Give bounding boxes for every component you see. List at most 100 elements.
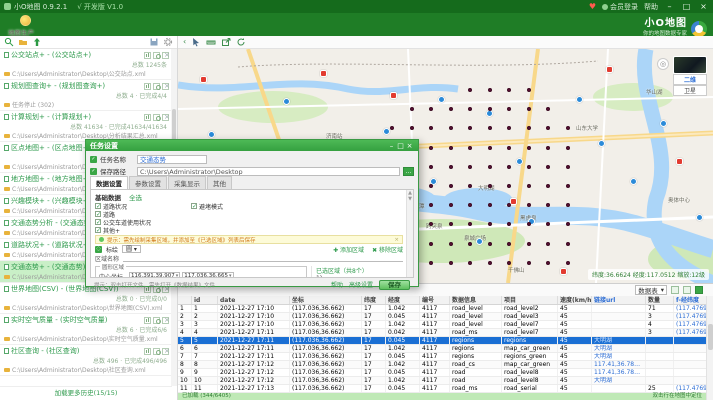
checkbox-icon[interactable]: ✓ [95, 219, 101, 225]
dialog-maximize-button[interactable]: □ [396, 142, 405, 150]
checkbox-icon[interactable]: ✓ [95, 211, 101, 217]
poi-marker-blue[interactable] [516, 158, 523, 165]
table-header-cell[interactable]: 经度 [386, 296, 420, 304]
settings-icon[interactable] [163, 37, 173, 47]
task-path[interactable]: C:\Users\Administrator\Desktop\世界地图(CSV)… [4, 303, 169, 312]
table-header-cell[interactable]: 项目 [502, 296, 558, 304]
table-export-icon[interactable] [695, 286, 703, 294]
task-name-input[interactable]: 交通态势 [137, 155, 207, 164]
task-locate-icon[interactable] [153, 83, 160, 90]
task-item[interactable]: 规划图查询+ - (规划图查询+)总数 4 · 已完成4/4任务停止 (302) [0, 80, 172, 111]
dialog-help-link[interactable]: 帮助 [331, 280, 343, 289]
select-all-link[interactable]: 全选 [129, 194, 142, 202]
poi-marker-red[interactable] [676, 158, 683, 165]
task-close-icon[interactable] [162, 317, 169, 324]
checkbox-icon[interactable]: ✓ [95, 203, 101, 209]
poi-marker-blue[interactable] [660, 120, 667, 127]
table-row[interactable]: 332021-12-27 17:10(117.036,36.662)171.04… [178, 321, 706, 329]
dialog-tab-2[interactable]: 采集显示 [168, 176, 206, 189]
load-more-link[interactable]: 加载更多历史(15/15) [0, 386, 172, 400]
task-item[interactable]: 计算规划+ - (计算规划+)总数 41634 · 已完成41634/41634… [0, 111, 172, 142]
import-icon[interactable] [32, 37, 42, 47]
refresh-icon[interactable] [236, 37, 246, 47]
module-map-production[interactable]: 地图生产 [8, 14, 42, 27]
table-header-cell[interactable]: f-经纬度 [674, 296, 706, 304]
task-path[interactable]: 任务停止 (302) [4, 100, 169, 109]
task-stats-icon[interactable] [144, 114, 151, 121]
dialog-close-button[interactable]: × [405, 142, 414, 150]
poi-marker-blue[interactable] [486, 110, 493, 117]
select-cursor-icon[interactable] [191, 37, 201, 47]
task-path[interactable]: C:\Users\Administrator\Desktop\公交站点.xml [4, 69, 169, 78]
table-row[interactable]: 112021-12-27 17:10(117.036,36.662)171.04… [178, 305, 706, 313]
poi-marker-blue[interactable] [696, 214, 703, 221]
task-close-icon[interactable] [162, 83, 169, 90]
dialog-tab-1[interactable]: 参数设置 [129, 176, 167, 189]
task-locate-icon[interactable] [153, 52, 160, 59]
dialog-tab-3[interactable]: 其他 [207, 176, 232, 189]
poi-marker-red[interactable] [320, 70, 327, 77]
task-item[interactable]: 实时空气质量 - (实时空气质量)总数 6 · 已完成6/6C:\Users\A… [0, 314, 172, 345]
checkbox-row[interactable]: ✓避堵模式 [191, 202, 223, 210]
poi-marker-blue[interactable] [208, 131, 215, 138]
table-row[interactable]: 662021-12-27 17:11(117.036,36.662)171.04… [178, 345, 706, 353]
help-button[interactable]: 帮助 [644, 2, 658, 12]
table-row[interactable]: 992021-12-27 17:12(117.036,36.662)170.04… [178, 369, 706, 377]
poi-marker-blue[interactable] [576, 96, 583, 103]
dialog-minimize-button[interactable]: – [387, 142, 396, 150]
minimize-button[interactable]: – [664, 2, 675, 11]
region-name-input[interactable] [123, 255, 403, 262]
poi-marker-red[interactable] [606, 66, 613, 73]
table-row[interactable]: 11112021-12-27 17:13(117.036,36.662)170.… [178, 385, 706, 393]
dialog-scrollbar[interactable]: ▲▼ [406, 190, 413, 277]
table-scrollbar[interactable] [706, 296, 713, 400]
dialog-save-button[interactable]: 保存 [379, 280, 410, 290]
add-region-link[interactable]: ✚ 添加区域 [333, 245, 364, 254]
maximize-button[interactable]: □ [681, 2, 692, 11]
task-locate-icon[interactable] [153, 348, 160, 355]
satellite-preview[interactable] [673, 56, 707, 74]
table-refresh-icon[interactable] [671, 286, 679, 294]
dialog-tab-0[interactable]: 数据设置 [90, 176, 128, 189]
task-locate-icon[interactable] [153, 317, 160, 324]
table-row[interactable]: 10102021-12-27 17:12(117.036,36.662)171.… [178, 377, 706, 385]
task-close-icon[interactable] [162, 348, 169, 355]
maptype-2d[interactable]: 二维 [673, 74, 707, 85]
version-tab[interactable]: √ 开发版 V1.0 [77, 2, 123, 12]
open-folder-icon[interactable] [18, 37, 28, 47]
task-stats-icon[interactable] [144, 83, 151, 90]
table-row[interactable]: 552021-12-27 17:11(117.036,36.662)170.04… [178, 337, 706, 345]
checkbox-row[interactable]: ✓其他+ [95, 226, 151, 234]
poi-marker-red[interactable] [390, 92, 397, 99]
center-coord-input-2[interactable]: 117.036,36.665▾ [182, 272, 233, 278]
poi-marker-red[interactable] [200, 76, 207, 83]
measure-icon[interactable] [206, 37, 216, 47]
task-stats-icon[interactable] [144, 317, 151, 324]
task-stats-icon[interactable] [144, 52, 151, 59]
poi-marker-blue[interactable] [598, 140, 605, 147]
table-row[interactable]: 772021-12-27 17:11(117.036,36.662)170.04… [178, 353, 706, 361]
poi-marker-red[interactable] [510, 198, 517, 205]
poi-marker-blue[interactable] [476, 238, 483, 245]
table-header-cell[interactable]: id [192, 296, 218, 304]
task-path[interactable]: C:\Users\Administrator\Desktop\实时空气质量.xm… [4, 334, 169, 343]
close-button[interactable]: × [698, 2, 709, 11]
advanced-settings-link[interactable]: 高级设置 [349, 280, 373, 289]
table-header-cell[interactable]: 坐标 [290, 296, 362, 304]
maptype-satellite[interactable]: 卫星 [673, 85, 707, 96]
hint-close-icon[interactable]: × [394, 237, 399, 243]
poi-marker-blue[interactable] [283, 98, 290, 105]
locate-button[interactable]: ◎ [657, 58, 669, 70]
browse-button[interactable]: ... [403, 167, 414, 176]
table-header-cell[interactable] [178, 296, 192, 304]
export-icon[interactable] [221, 37, 231, 47]
task-item[interactable]: 社区查询 - (社区查询)总数 496 · 已完成496/496C:\Users… [0, 345, 172, 376]
task-item[interactable]: 公交站点+ - (公交站点+)总数 1245条C:\Users\Administ… [0, 49, 172, 80]
dialog-titlebar[interactable]: 任务设置 – □ × [86, 140, 418, 151]
task-stats-icon[interactable] [144, 348, 151, 355]
poi-marker-blue[interactable] [630, 178, 637, 185]
selected-region-item[interactable]: 1) [316, 275, 403, 278]
table-header-cell[interactable]: 速度(km/h) [558, 296, 592, 304]
table-header-cell[interactable]: date [218, 296, 290, 304]
table-header-cell[interactable]: 纬度 [362, 296, 386, 304]
